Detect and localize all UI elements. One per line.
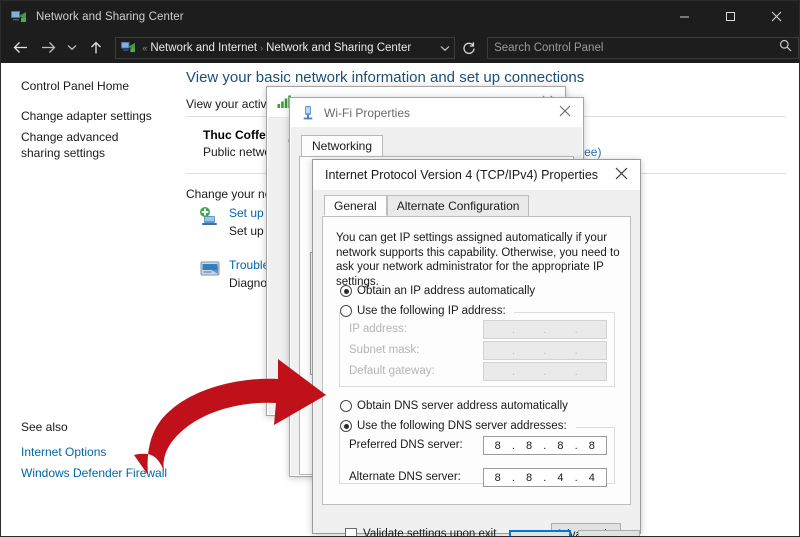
dns-octet: 8 (547, 440, 575, 452)
close-icon[interactable] (753, 1, 799, 32)
taskpane-link-control-panel-home[interactable]: Control Panel Home (21, 78, 129, 94)
address-bar[interactable]: « Network and Internet › Network and Sha… (115, 37, 455, 59)
ipv4-properties-dialog: Internet Protocol Version 4 (TCP/IPv4) P… (312, 159, 641, 534)
breadcrumb-separator: › (260, 43, 263, 53)
navigation-bar: « Network and Internet › Network and Sha… (1, 32, 799, 63)
breadcrumb-separator-root: « (142, 43, 147, 53)
minimize-icon[interactable] (661, 1, 707, 32)
forward-arrow-icon[interactable] (34, 33, 61, 63)
ipv4-titlebar: Internet Protocol Version 4 (TCP/IPv4) P… (313, 160, 640, 190)
tab-networking[interactable]: Networking (301, 135, 383, 157)
cancel-button[interactable]: Cancel (578, 530, 640, 537)
field-row-default-gateway: Default gateway: (349, 365, 435, 377)
search-input[interactable]: Search Control Panel (487, 37, 799, 59)
radio-indicator (340, 285, 352, 297)
page-title: View your basic network information and … (186, 69, 584, 86)
dns-octet: 4 (578, 472, 606, 484)
radio-obtain-dns-automatically[interactable]: Obtain DNS server address automatically (340, 400, 568, 412)
ipv4-description: You can get IP settings assigned automat… (336, 231, 624, 289)
tab-alternate-configuration[interactable]: Alternate Configuration (387, 195, 530, 216)
dns-octet: 4 (547, 472, 575, 484)
wifi-properties-titlebar: Wi-Fi Properties (290, 98, 583, 127)
label-alternate-dns-server: Alternate DNS server: (349, 471, 461, 483)
label-ip-address: IP address: (349, 323, 407, 335)
search-icon[interactable] (779, 39, 792, 57)
window-titlebar: Network and Sharing Center (1, 1, 799, 32)
ipv4-dialog-title: Internet Protocol Version 4 (TCP/IPv4) P… (325, 168, 598, 182)
back-arrow-icon[interactable] (7, 33, 34, 63)
network-sharing-icon (121, 41, 136, 54)
label-default-gateway: Default gateway: (349, 365, 435, 377)
recent-locations-chevron-down-icon[interactable] (62, 33, 82, 63)
network-sharing-icon (11, 10, 27, 24)
breadcrumb-item-network-and-internet[interactable]: Network and Internet (150, 42, 257, 54)
checkbox-validate-settings[interactable]: Validate settings upon exit (345, 528, 496, 537)
radio-label: Use the following DNS server addresses: (357, 420, 567, 432)
maximize-icon[interactable] (707, 1, 753, 32)
refresh-icon[interactable] (457, 35, 481, 61)
checkbox-indicator (345, 528, 357, 537)
address-dropdown-chevron-down-icon[interactable] (440, 39, 450, 57)
radio-indicator (340, 420, 352, 432)
search-placeholder: Search Control Panel (494, 42, 603, 54)
label-preferred-dns-server: Preferred DNS server: (349, 439, 463, 451)
see-also-link-internet-options[interactable]: Internet Options (21, 445, 106, 459)
dns-octet: 8 (515, 472, 543, 484)
radio-label: Obtain DNS server address automatically (357, 400, 568, 412)
taskpane-link-change-adapter-settings[interactable]: Change adapter settings (21, 108, 152, 124)
label-subnet-mask: Subnet mask: (349, 344, 419, 356)
up-arrow-icon[interactable] (82, 33, 109, 63)
network-name: Thuc Coffee (203, 128, 272, 142)
dns-octet: 8 (484, 472, 512, 484)
close-icon[interactable] (615, 167, 628, 183)
checkbox-label: Validate settings upon exit (363, 528, 496, 537)
network-sharing-center-window: Network and Sharing Center (0, 0, 800, 537)
dns-octet: 8 (515, 440, 543, 452)
see-also-heading: See also (21, 420, 68, 434)
window-controls (661, 1, 799, 32)
ipv4-dialog-body: GeneralAlternate Configuration You can g… (313, 190, 640, 533)
dns-octet: 8 (578, 440, 606, 452)
radio-indicator (340, 305, 352, 317)
radio-use-following-dns[interactable]: Use the following DNS server addresses: (340, 420, 567, 432)
field-row-alternate-dns: Alternate DNS server: (349, 471, 461, 483)
radio-use-following-ip[interactable]: Use the following IP address: (340, 305, 506, 317)
network-adapter-icon (300, 105, 316, 120)
input-ip-address[interactable]: . . . (483, 320, 607, 339)
field-row-preferred-dns: Preferred DNS server: (349, 439, 463, 451)
input-default-gateway[interactable]: . . . (483, 362, 607, 381)
dns-octet: 8 (484, 440, 512, 452)
window-title: Network and Sharing Center (36, 11, 184, 23)
ipv4-tabstrip: GeneralAlternate Configuration (324, 195, 529, 216)
tab-general[interactable]: General (324, 195, 387, 216)
radio-label: Use the following IP address: (357, 305, 506, 317)
breadcrumb-item-network-and-sharing-center[interactable]: Network and Sharing Center (266, 42, 411, 54)
field-row-subnet-mask: Subnet mask: (349, 344, 419, 356)
radio-label: Obtain an IP address automatically (357, 285, 535, 297)
ipv4-general-tabpage: You can get IP settings assigned automat… (322, 216, 631, 505)
setup-connection-icon (199, 206, 221, 228)
radio-obtain-ip-automatically[interactable]: Obtain an IP address automatically (340, 285, 535, 297)
field-row-ip-address: IP address: (349, 323, 407, 335)
ok-button[interactable]: OK (509, 530, 571, 537)
see-also-link-windows-defender-firewall[interactable]: Windows Defender Firewall (21, 466, 167, 480)
wifi-tabstrip: Networking (301, 135, 383, 157)
input-preferred-dns-server[interactable]: 8. 8. 8. 8 (483, 436, 607, 455)
input-subnet-mask[interactable]: . . . (483, 341, 607, 360)
close-icon[interactable] (559, 105, 571, 120)
wifi-properties-title: Wi-Fi Properties (324, 106, 410, 120)
taskpane-link-change-advanced-sharing-settings[interactable]: Change advanced sharing settings (21, 129, 161, 161)
radio-indicator (340, 400, 352, 412)
troubleshoot-icon (199, 258, 221, 280)
input-alternate-dns-server[interactable]: 8. 8. 4. 4 (483, 468, 607, 487)
task-pane: Control Panel Home Change adapter settin… (1, 63, 181, 536)
